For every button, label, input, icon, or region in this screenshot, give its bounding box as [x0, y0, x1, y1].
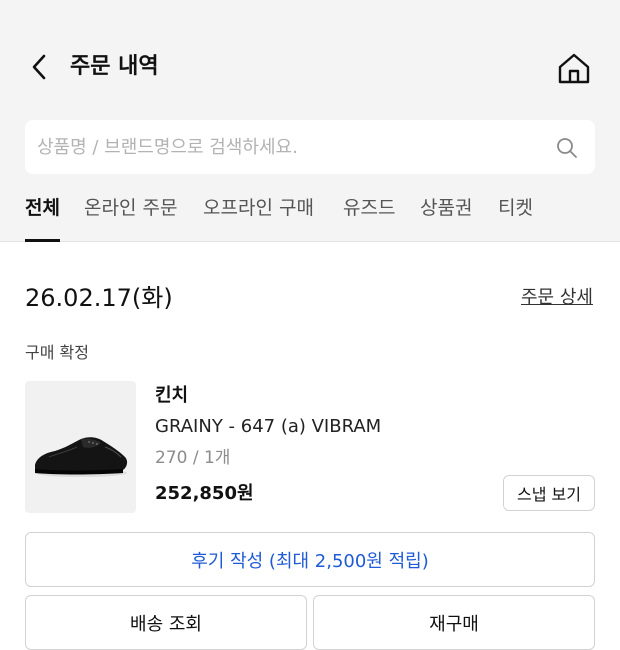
- product-image[interactable]: [25, 381, 136, 513]
- tab-ticket[interactable]: 티켓: [498, 190, 533, 242]
- home-button[interactable]: [554, 48, 594, 88]
- top-area: 주문 내역 전체 온라인 주문 오프라인 구매 유즈드 상품권 티켓: [0, 0, 620, 242]
- home-icon: [558, 53, 590, 84]
- tab-online-order[interactable]: 온라인 주문: [84, 190, 177, 242]
- chevron-left-icon: [32, 54, 46, 80]
- product-option: 270 / 1개: [155, 448, 231, 468]
- tab-all[interactable]: 전체: [25, 190, 60, 242]
- tab-bar: 전체 온라인 주문 오프라인 구매 유즈드 상품권 티켓: [0, 190, 620, 242]
- write-review-button[interactable]: 후기 작성 (최대 2,500원 적립): [25, 532, 595, 587]
- search-box[interactable]: [25, 120, 595, 174]
- search-icon[interactable]: [555, 136, 579, 160]
- product-brand: 킨치: [155, 385, 189, 406]
- page-title: 주문 내역: [70, 54, 159, 79]
- track-delivery-button[interactable]: 배송 조회: [25, 595, 307, 650]
- tab-gift-card[interactable]: 상품권: [420, 190, 472, 242]
- product-price: 252,850원: [155, 483, 254, 504]
- tab-used[interactable]: 유즈드: [343, 190, 395, 242]
- snap-view-button[interactable]: 스냅 보기: [503, 475, 595, 511]
- rebuy-button[interactable]: 재구매: [313, 595, 595, 650]
- search-input[interactable]: [37, 120, 537, 174]
- product-name[interactable]: GRAINY - 647 (a) VIBRAM: [155, 415, 381, 439]
- shoe-image: [35, 437, 128, 477]
- order-detail-link[interactable]: 주문 상세: [521, 286, 593, 310]
- tab-offline-purchase[interactable]: 오프라인 구매: [203, 190, 314, 242]
- order-status: 구매 확정: [25, 343, 89, 362]
- order-date: 26.02.17(화): [25, 284, 173, 312]
- header: 주문 내역: [0, 36, 620, 98]
- back-button[interactable]: [24, 52, 54, 82]
